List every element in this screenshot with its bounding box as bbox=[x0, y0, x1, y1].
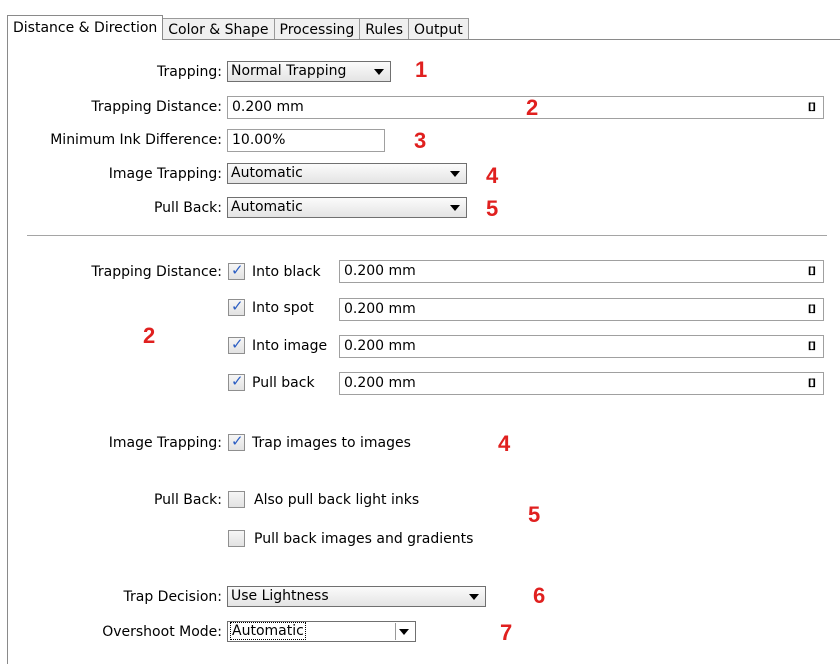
trapping-distance-label: Trapping Distance: bbox=[91, 99, 222, 115]
trapping-distance-value: 0.200 mm bbox=[232, 99, 304, 115]
link-icon[interactable]: [] bbox=[808, 336, 816, 357]
into-spot-checkbox[interactable]: ✓ bbox=[228, 297, 245, 316]
overshoot-mode-select-value: Automatic bbox=[230, 622, 306, 640]
image-trapping-option-label: Image Trapping: bbox=[108, 435, 222, 451]
chevron-down-icon bbox=[450, 171, 460, 177]
annotation-3: 3 bbox=[414, 128, 427, 153]
chevron-down-icon bbox=[450, 205, 460, 211]
annotation-2b: 2 bbox=[143, 323, 156, 348]
pull-back-select-value: Automatic bbox=[231, 199, 303, 215]
into-black-value: 0.200 mm bbox=[344, 263, 416, 279]
into-black-label: Into black bbox=[252, 264, 321, 280]
link-icon[interactable]: [] bbox=[808, 299, 816, 320]
pull-back-options-label: Pull Back: bbox=[153, 492, 222, 508]
trap-decision-select-value: Use Lightness bbox=[231, 588, 329, 604]
trapping-select-value: Normal Trapping bbox=[231, 63, 347, 79]
tab-processing[interactable]: Processing bbox=[273, 18, 361, 40]
into-spot-label: Into spot bbox=[252, 300, 314, 316]
trapping-select[interactable]: Normal Trapping bbox=[227, 61, 391, 82]
distances-label: Trapping Distance: bbox=[91, 264, 222, 280]
image-trapping-select[interactable]: Automatic bbox=[227, 163, 467, 184]
pull-back-distance-label: Pull back bbox=[252, 375, 315, 391]
checkmark-icon: ✓ bbox=[231, 261, 244, 279]
pull-back-distance-checkbox[interactable]: ✓ bbox=[228, 372, 245, 391]
into-spot-field[interactable]: 0.200 mm [] bbox=[339, 298, 824, 321]
pull-back-label: Pull Back: bbox=[153, 200, 222, 216]
into-image-checkbox[interactable]: ✓ bbox=[228, 335, 245, 354]
pull-back-distance-value: 0.200 mm bbox=[344, 375, 416, 391]
trapping-label: Trapping: bbox=[157, 64, 222, 80]
overshoot-mode-select[interactable]: Automatic bbox=[227, 621, 416, 642]
annotation-6: 6 bbox=[533, 583, 546, 608]
pull-back-select[interactable]: Automatic bbox=[227, 197, 467, 218]
pull-back-images-gradients-checkbox[interactable] bbox=[228, 530, 245, 547]
annotation-5b: 5 bbox=[528, 502, 541, 527]
chevron-down-icon bbox=[469, 594, 479, 600]
link-icon[interactable]: [] bbox=[808, 261, 816, 282]
pull-back-images-gradients-label: Pull back images and gradients bbox=[254, 531, 474, 547]
trap-decision-select[interactable]: Use Lightness bbox=[227, 586, 486, 607]
checkmark-icon: ✓ bbox=[231, 297, 244, 315]
select-separator bbox=[395, 623, 396, 640]
checkmark-icon: ✓ bbox=[231, 335, 244, 353]
pull-back-distance-field[interactable]: 0.200 mm [] bbox=[339, 372, 824, 395]
min-ink-difference-value: 10.00% bbox=[232, 132, 286, 148]
trap-decision-label: Trap Decision: bbox=[123, 589, 223, 605]
link-icon[interactable]: [] bbox=[808, 97, 816, 118]
tab-bar: Distance & Direction Color & Shape Proce… bbox=[7, 14, 469, 40]
checkmark-icon: ✓ bbox=[231, 432, 244, 450]
annotation-7: 7 bbox=[500, 620, 513, 645]
annotation-1: 1 bbox=[415, 57, 428, 82]
into-black-checkbox[interactable]: ✓ bbox=[228, 261, 245, 280]
section-divider bbox=[27, 235, 827, 236]
trap-images-label: Trap images to images bbox=[252, 435, 411, 451]
tab-distance-direction[interactable]: Distance & Direction bbox=[7, 15, 164, 40]
into-image-label: Into image bbox=[252, 338, 328, 354]
also-pull-back-light-inks-checkbox[interactable] bbox=[228, 491, 245, 508]
link-icon[interactable]: [] bbox=[808, 373, 816, 394]
into-image-field[interactable]: 0.200 mm [] bbox=[339, 335, 824, 358]
annotation-4b: 4 bbox=[498, 431, 511, 456]
trap-images-checkbox[interactable]: ✓ bbox=[228, 432, 245, 451]
into-black-field[interactable]: 0.200 mm [] bbox=[339, 260, 824, 283]
min-ink-difference-field[interactable]: 10.00% bbox=[227, 129, 385, 152]
annotation-5a: 5 bbox=[486, 196, 499, 221]
into-spot-value: 0.200 mm bbox=[344, 301, 416, 317]
into-image-value: 0.200 mm bbox=[344, 338, 416, 354]
annotation-4a: 4 bbox=[486, 163, 499, 188]
tab-rules[interactable]: Rules bbox=[359, 18, 410, 40]
min-ink-difference-label: Minimum Ink Difference: bbox=[50, 132, 222, 148]
checkmark-icon: ✓ bbox=[231, 372, 244, 390]
image-trapping-label: Image Trapping: bbox=[108, 166, 222, 182]
annotation-2a: 2 bbox=[526, 95, 539, 120]
tab-color-shape[interactable]: Color & Shape bbox=[162, 18, 275, 40]
tab-output[interactable]: Output bbox=[408, 18, 469, 40]
chevron-down-icon bbox=[399, 629, 409, 635]
chevron-down-icon bbox=[374, 69, 384, 75]
image-trapping-select-value: Automatic bbox=[231, 165, 303, 181]
also-pull-back-light-inks-label: Also pull back light inks bbox=[254, 492, 420, 508]
overshoot-mode-label: Overshoot Mode: bbox=[102, 624, 222, 640]
